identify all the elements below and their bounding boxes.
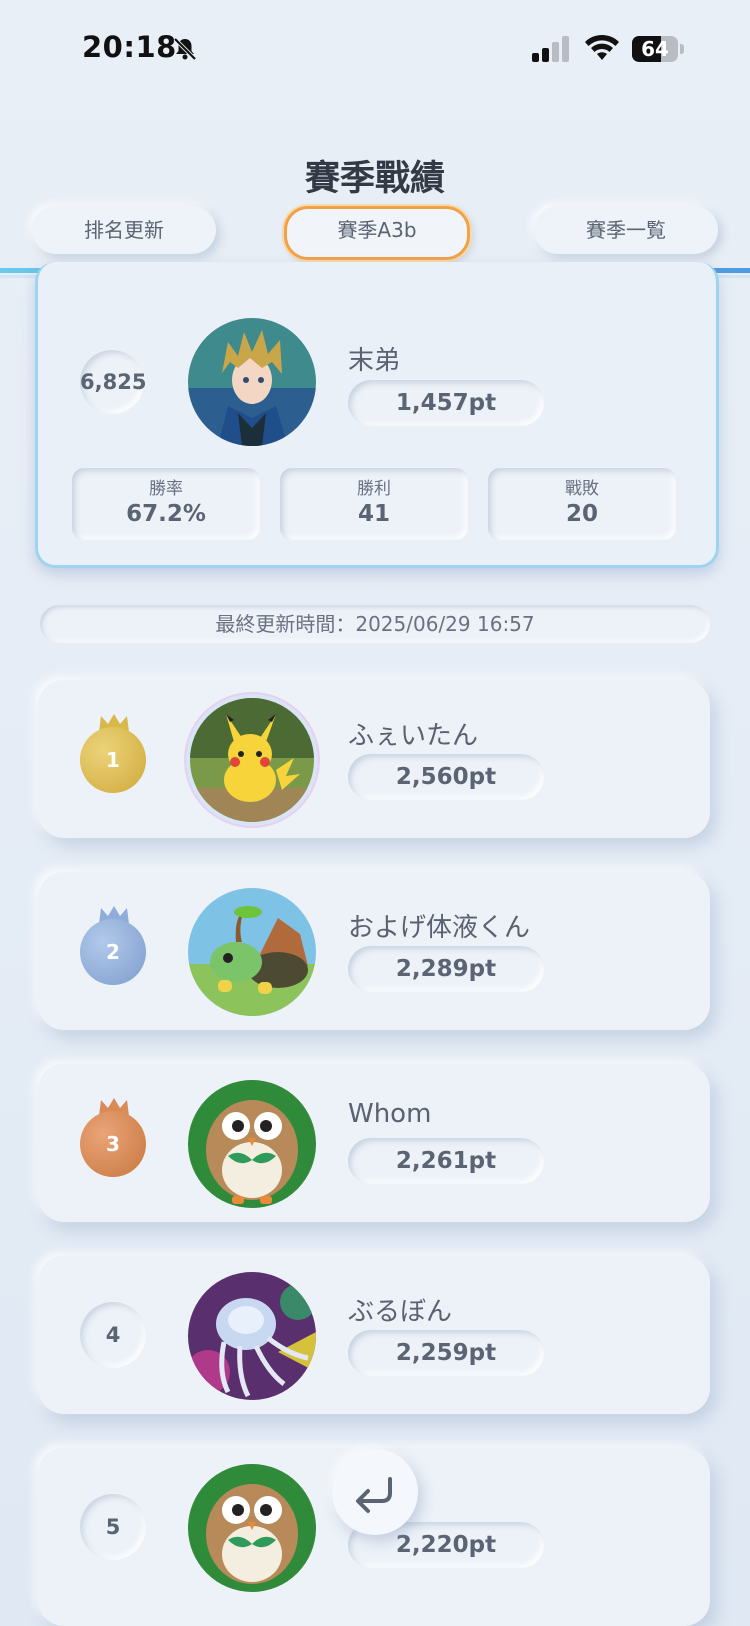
player-name: ふぇいたん [348,721,479,751]
player-points: 2,261pt [348,1138,544,1184]
my-name: 末弟 [348,346,401,376]
wifi-icon [585,34,619,60]
battery-percent: 64 [641,37,669,61]
stat-value: 67.2% [126,501,206,527]
player-points: 2,560pt [348,754,544,800]
player-avatar[interactable] [190,698,314,822]
player-avatar[interactable] [188,1080,316,1208]
player-points: 2,259pt [348,1330,544,1376]
stat-label: 戰敗 [565,479,599,499]
rank-medal-bronze: 3 [80,1111,146,1177]
back-button[interactable] [332,1449,418,1535]
player-name: ぶるぼん [348,1297,453,1327]
season-list-button[interactable]: 賽季一覧 [534,206,718,254]
stat-value: 41 [357,501,390,527]
ranking-update-button[interactable]: 排名更新 [32,206,216,254]
stat-value: 20 [565,501,598,527]
my-rank: 6,825 [80,350,146,414]
bell-muted-icon [173,37,197,61]
page-title: 賽季戰績 [304,159,445,199]
my-points: 1,457pt [348,380,544,426]
player-avatar[interactable] [188,1464,316,1592]
status-time: 20:18 [82,30,177,64]
rank-number: 4 [80,1302,146,1368]
rank-medal-gold: 1 [80,727,146,793]
player-name: およげ体液くん [348,913,531,943]
stat-wins: 勝利 41 [280,468,468,540]
stat-label: 勝利 [357,479,391,499]
stat-win-rate: 勝率 67.2% [72,468,260,540]
last-updated: 最終更新時間：2025/06/29 16:57 [40,605,710,643]
player-avatar[interactable] [188,1272,316,1400]
my-avatar[interactable] [188,318,316,446]
stat-label: 勝率 [149,479,183,499]
season-tab-current[interactable]: 賽季A3b [284,206,470,260]
rank-medal-silver: 2 [80,919,146,985]
player-name: Whom [348,1099,432,1129]
return-arrow-icon [356,1477,392,1513]
cellular-signal-icon [532,36,569,62]
player-points: 2,289pt [348,946,544,992]
battery-icon: 64 [632,36,684,62]
rank-number: 5 [80,1494,146,1560]
player-avatar[interactable] [188,888,316,1016]
stat-losses: 戰敗 20 [488,468,676,540]
